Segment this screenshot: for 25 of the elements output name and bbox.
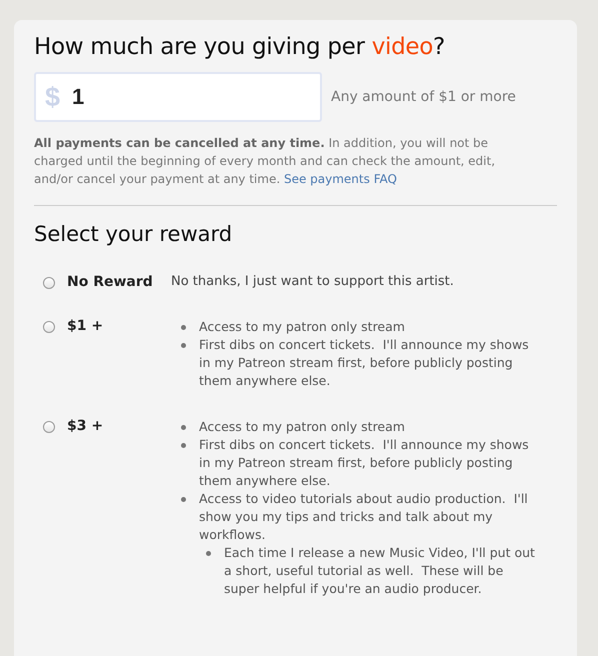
bullet-icon bbox=[181, 325, 186, 330]
reward-heading: Select your reward bbox=[34, 222, 234, 246]
currency-symbol: $ bbox=[45, 82, 60, 112]
bullet-icon bbox=[181, 443, 186, 448]
reward-benefit: Each time I release a new Music Video, I'll put out a short, useful tutorial as well. These will be super helpful if you're an audio producer. bbox=[224, 544, 536, 598]
reward-title: No Reward bbox=[67, 274, 154, 290]
reward-title: $3 + bbox=[67, 418, 104, 434]
bullet-icon bbox=[181, 425, 186, 430]
pledge-heading: How much are you giving per video? bbox=[34, 34, 446, 60]
reward-description: No thanks, I just want to support this artist. bbox=[171, 274, 454, 289]
reward-radio[interactable] bbox=[43, 277, 55, 289]
reward-benefit: Access to video tutorials about audio production. I'll show you my tips and tricks and talk about my workflows. bbox=[199, 490, 529, 544]
bullet-icon bbox=[181, 497, 186, 502]
reward-radio[interactable] bbox=[43, 421, 55, 433]
reward-title: $1 + bbox=[67, 318, 104, 334]
payments-note: All payments can be cancelled at any time. In addition, you will not be charged until the beginning of every month and can check the amount, edit, and/or cancel your payment at any time. See payments FAQ bbox=[34, 135, 496, 188]
reward-radio[interactable] bbox=[43, 321, 55, 333]
reward-benefit: Access to my patron only stream bbox=[199, 318, 405, 336]
bullet-icon bbox=[181, 343, 186, 348]
amount-hint: Any amount of $1 or more bbox=[331, 89, 516, 105]
reward-benefit: Access to my patron only stream bbox=[199, 418, 405, 436]
bullet-icon bbox=[206, 551, 211, 556]
reward-benefit: First dibs on concert tickets. I'll announce my shows in my Patreon stream first, before publicly posting them anywhere else. bbox=[199, 336, 530, 390]
reward-benefit: First dibs on concert tickets. I'll announce my shows in my Patreon stream first, before publicly posting them anywhere else. bbox=[199, 436, 530, 490]
payments-faq-link[interactable]: See payments FAQ bbox=[284, 172, 397, 186]
